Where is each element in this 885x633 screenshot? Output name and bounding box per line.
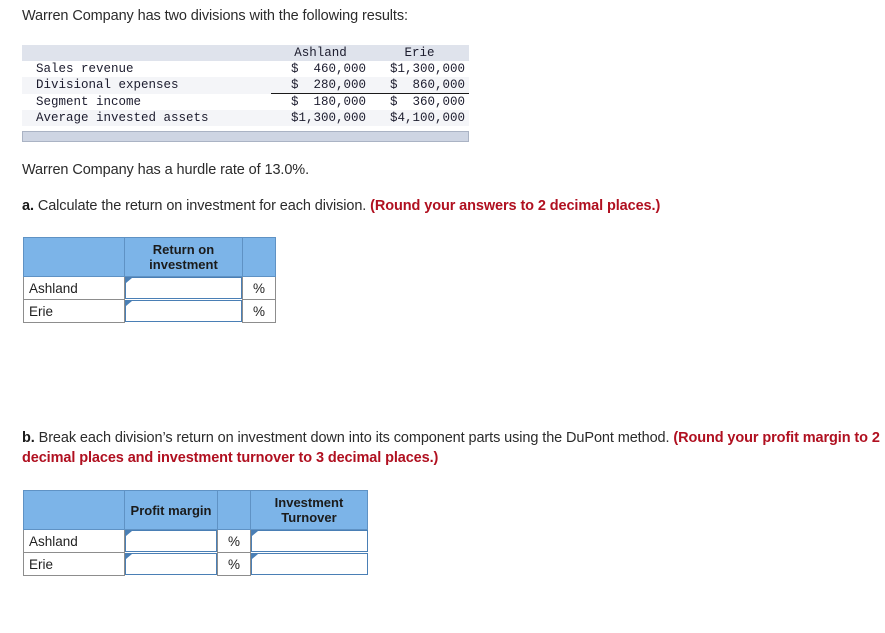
cell-erie-average-invested-assets: $4,100,000 (389, 111, 465, 125)
part-b-investment-turnover-cell-erie (250, 552, 368, 576)
part-b-row-label-erie: Erie (23, 552, 125, 576)
part-a-percent-erie: % (242, 299, 276, 323)
table-row: Sales revenue $ 460,000 $1,300,000 (22, 61, 469, 77)
part-a-roi-cell-ashland (124, 276, 243, 300)
results-table-container: Ashland Erie Sales revenue $ 460,000 $1,… (22, 45, 469, 142)
part-a-letter: a. (22, 198, 34, 214)
part-b-thead: Profit margin Investment Turnover (23, 490, 368, 530)
part-a-percent-ashland: % (242, 276, 276, 300)
hurdle-rate-text: Warren Company has a hurdle rate of 13.0… (22, 162, 310, 178)
part-a-thead: Return on investment (23, 237, 276, 277)
table-row: Segment income $ 180,000 $ 360,000 (22, 94, 469, 111)
part-a-row-label-erie: Erie (23, 299, 125, 323)
part-b-profit-margin-cell-erie (124, 552, 218, 576)
results-col-blank (22, 45, 271, 61)
cell-erie-sales-revenue: $1,300,000 (389, 62, 465, 76)
part-b-letter: b. (22, 430, 35, 446)
part-b-answer-table: Profit margin Investment Turnover Ashlan… (23, 490, 368, 576)
part-a-header-return-on-investment: Return on investment (124, 237, 243, 277)
table-row: Ashland % (23, 529, 368, 553)
part-b-text: Break each division’s return on investme… (38, 430, 670, 446)
field-wrapper (251, 530, 368, 553)
row-label-segment-income: Segment income (36, 94, 142, 109)
part-b-profit-margin-input-ashland[interactable] (125, 530, 217, 553)
table-row: Divisional expenses $ 280,000 $ 860,000 (22, 77, 469, 94)
results-table-footer-bar (22, 131, 469, 142)
results-header-row: Ashland Erie (22, 45, 469, 61)
part-a-text: Calculate the return on investment for e… (37, 198, 367, 214)
cell-ashland-average-invested-assets: $1,300,000 (290, 111, 366, 125)
part-b-investment-turnover-input-erie[interactable] (251, 553, 368, 575)
part-b-investment-turnover-cell-ashland (250, 529, 368, 553)
table-row: Erie % (23, 552, 368, 576)
part-b-percent-ashland: % (217, 529, 251, 553)
part-b-header-investment-turnover: Investment Turnover (250, 490, 368, 530)
cell-ashland-segment-income: $ 180,000 (290, 95, 366, 109)
hurdle-rate-line: Warren Company has a hurdle rate of 13.0… (22, 160, 722, 180)
table-row: Average invested assets $1,300,000 $4,10… (22, 110, 469, 126)
part-a-tbody: Ashland % Erie % (23, 276, 276, 323)
part-a-hint: (Round your answers to 2 decimal places.… (370, 198, 661, 214)
part-a-header-row: Return on investment (23, 237, 276, 277)
part-b-tbody: Ashland % Erie % (23, 529, 368, 576)
cell-ashland-sales-revenue: $ 460,000 (290, 62, 366, 76)
field-wrapper (125, 530, 217, 553)
part-a-roi-input-ashland[interactable] (125, 277, 242, 300)
part-b-prompt: b. Break each division’s return on inves… (22, 428, 880, 468)
row-label-sales-revenue: Sales revenue (36, 62, 134, 76)
results-table-body: Sales revenue $ 460,000 $1,300,000 Divis… (22, 61, 469, 126)
field-wrapper (125, 277, 242, 300)
cell-erie-divisional-expenses: $ 860,000 (370, 77, 469, 94)
part-b-profit-margin-cell-ashland (124, 529, 218, 553)
table-row: Erie % (23, 299, 276, 323)
part-b-profit-margin-input-erie[interactable] (125, 553, 217, 575)
intro-text: Warren Company has two divisions with th… (22, 8, 408, 24)
results-table: Ashland Erie Sales revenue $ 460,000 $1,… (22, 45, 469, 126)
part-b-header-row: Profit margin Investment Turnover (23, 490, 368, 530)
part-b-percent-erie: % (217, 552, 251, 576)
field-wrapper (125, 553, 217, 575)
part-b-row-label-ashland: Ashland (23, 529, 125, 553)
part-a-row-label-ashland: Ashland (23, 276, 125, 300)
part-b-header-blank (23, 490, 125, 530)
part-b-header-profit-margin: Profit margin (124, 490, 218, 530)
row-label-divisional-expenses: Divisional expenses (36, 78, 179, 93)
cell-erie-segment-income: $ 360,000 (389, 95, 465, 109)
part-b-investment-turnover-input-ashland[interactable] (251, 530, 368, 553)
field-wrapper (125, 300, 242, 322)
results-col-erie: Erie (404, 46, 435, 60)
results-col-ashland: Ashland (294, 46, 347, 60)
part-a-header-unit-blank (242, 237, 276, 277)
cell-ashland-divisional-expenses: $ 280,000 (271, 77, 370, 94)
results-table-head: Ashland Erie (22, 45, 469, 61)
part-a-prompt: a. Calculate the return on investment fo… (22, 196, 872, 216)
field-wrapper (251, 553, 368, 575)
part-b-header-unit-blank (217, 490, 251, 530)
part-a-roi-input-erie[interactable] (125, 300, 242, 322)
row-label-average-invested-assets: Average invested assets (36, 111, 209, 125)
part-a-roi-cell-erie (124, 299, 243, 323)
table-row: Ashland % (23, 276, 276, 300)
part-a-header-blank (23, 237, 125, 277)
intro-line: Warren Company has two divisions with th… (22, 6, 722, 26)
part-a-answer-table: Return on investment Ashland % Erie % (23, 237, 276, 323)
